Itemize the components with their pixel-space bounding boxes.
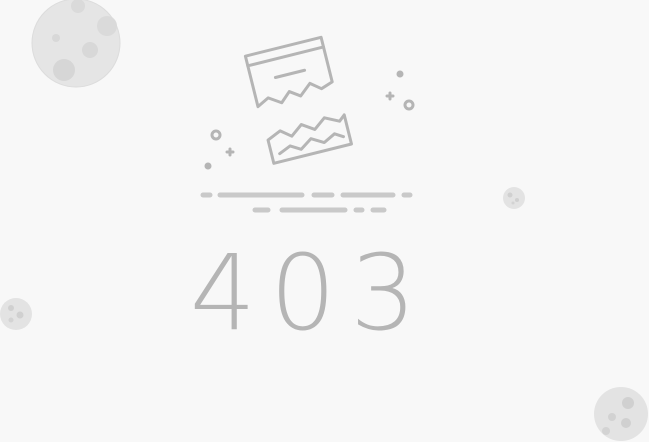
moon-icon — [0, 298, 32, 330]
moon-icon — [503, 187, 525, 209]
error-code-text: 403 — [190, 240, 431, 340]
moon-icon — [31, 0, 121, 88]
broken-browser-window-icon — [200, 35, 415, 213]
moon-icon — [594, 387, 648, 441]
error-code: 403 — [190, 240, 431, 340]
